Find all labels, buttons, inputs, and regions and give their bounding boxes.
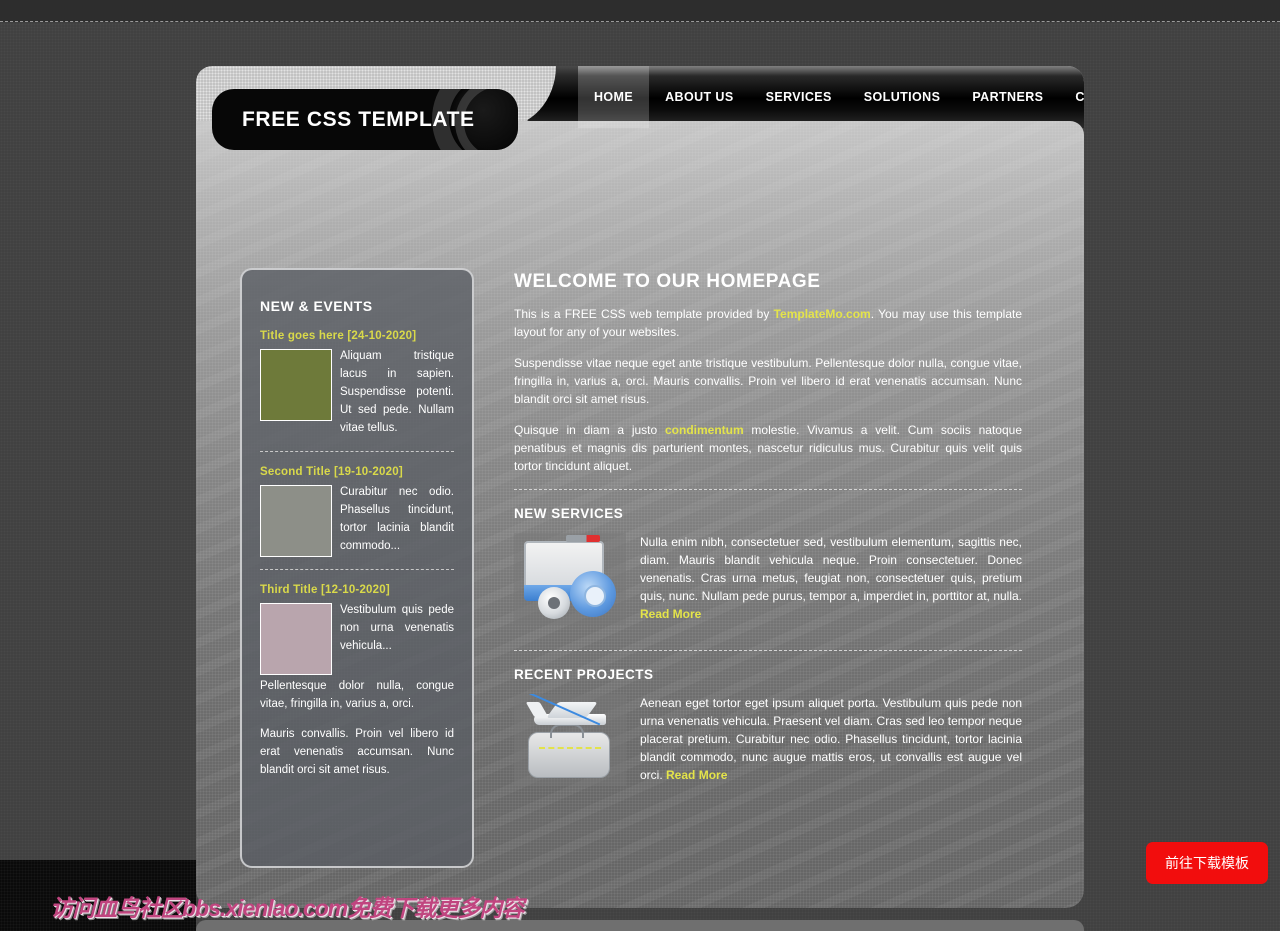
news-thumbnail-white-orchid — [260, 485, 332, 557]
download-template-button[interactable]: 前往下载模板 — [1146, 842, 1268, 884]
templatemo-link[interactable]: TemplateMo.com — [774, 307, 871, 321]
recent-projects-text: Aenean eget tortor eget ipsum aliquet po… — [640, 694, 1022, 784]
nav-item-contact[interactable]: CONTACT — [1059, 66, 1084, 128]
nav-item-about-us[interactable]: ABOUT US — [649, 66, 749, 128]
section-heading-new-services: NEW SERVICES — [514, 506, 624, 521]
airplane-and-luggage-icon — [514, 694, 626, 786]
divider — [514, 489, 1022, 490]
top-dark-band — [0, 0, 1280, 22]
large-gear-icon — [570, 571, 616, 617]
page-title: WELCOME TO OUR HOMEPAGE — [514, 271, 821, 292]
news-item-title[interactable]: Third Title [12-10-2020] — [260, 584, 454, 596]
news-item-title[interactable]: Second Title [19-10-2020] — [260, 466, 454, 478]
intro-text-before: This is a FREE CSS web template provided… — [514, 307, 774, 321]
divider — [260, 451, 454, 452]
plane-tail — [525, 702, 549, 717]
body-panel: NEW & EVENTS Title goes here [24-10-2020… — [196, 121, 1084, 908]
luggage-shape — [528, 732, 610, 778]
services-read-more-link[interactable]: Read More — [640, 607, 701, 621]
projects-read-more-link[interactable]: Read More — [666, 768, 727, 782]
intro-paragraph: This is a FREE CSS web template provided… — [514, 305, 1022, 341]
main-content: WELCOME TO OUR HOMEPAGE This is a FREE C… — [514, 271, 1022, 797]
new-services-block: Nulla enim nibh, consectetuer sed, vesti… — [514, 533, 1022, 636]
window-and-gears-icon — [514, 533, 626, 625]
news-item: Second Title [19-10-2020] Curabitur nec … — [260, 466, 454, 557]
nav-item-solutions[interactable]: SOLUTIONS — [848, 66, 957, 128]
page-root: HOME ABOUT US SERVICES SOLUTIONS PARTNER… — [0, 0, 1280, 931]
news-extra-paragraph: Pellentesque dolor nulla, congue vitae, … — [260, 680, 454, 710]
site-container: HOME ABOUT US SERVICES SOLUTIONS PARTNER… — [196, 66, 1084, 908]
divider — [260, 569, 454, 570]
nav-item-partners[interactable]: PARTNERS — [956, 66, 1059, 128]
paragraph-3: Quisque in diam a justo condimentum mole… — [514, 421, 1022, 475]
nav-item-services[interactable]: SERVICES — [750, 66, 848, 128]
main-navigation: HOME ABOUT US SERVICES SOLUTIONS PARTNER… — [578, 66, 1084, 128]
divider — [514, 650, 1022, 651]
small-gear-icon — [538, 587, 570, 619]
watermark-text: 访问血鸟社区bbs.xienlao.com免费下载更多内容 — [50, 895, 524, 921]
services-body: Nulla enim nibh, consectetuer sed, vesti… — [640, 535, 1022, 603]
sidebar-heading: NEW & EVENTS — [260, 298, 373, 314]
news-thumbnail-yellow-flower — [260, 349, 332, 421]
nav-item-home[interactable]: HOME — [578, 66, 650, 128]
p3-text-before: Quisque in diam a justo — [514, 423, 665, 437]
site-logo[interactable]: FREE CSS TEMPLATE — [212, 89, 518, 150]
new-services-text: Nulla enim nibh, consectetuer sed, vesti… — [640, 533, 1022, 623]
news-item: Third Title [12-10-2020] Vestibulum quis… — [260, 584, 454, 779]
sidebar-news-events: NEW & EVENTS Title goes here [24-10-2020… — [240, 268, 474, 868]
condimentum-link[interactable]: condimentum — [665, 423, 744, 437]
news-extra-paragraph: Mauris convallis. Proin vel libero id er… — [260, 728, 454, 776]
new-services-text-wrap: Nulla enim nibh, consectetuer sed, vesti… — [640, 533, 1022, 636]
recent-projects-text-wrap: Aenean eget tortor eget ipsum aliquet po… — [640, 694, 1022, 797]
recent-projects-block: Aenean eget tortor eget ipsum aliquet po… — [514, 694, 1022, 797]
news-item-title[interactable]: Title goes here [24-10-2020] — [260, 330, 454, 342]
paragraph-2: Suspendisse vitae neque eget ante tristi… — [514, 356, 1022, 406]
news-thumbnail-pink-orchid — [260, 603, 332, 675]
logo-text: FREE CSS TEMPLATE — [242, 108, 475, 131]
section-heading-recent-projects: RECENT PROJECTS — [514, 667, 654, 682]
news-item: Title goes here [24-10-2020] Aliquam tri… — [260, 330, 454, 437]
